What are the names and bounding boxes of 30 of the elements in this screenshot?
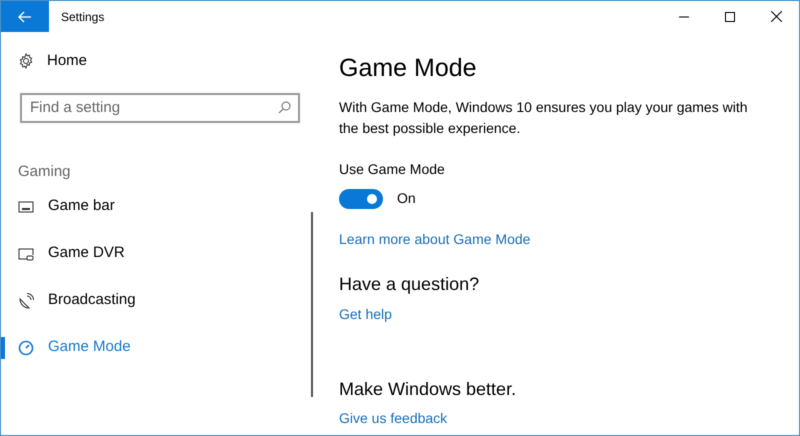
sidebar-item[interactable]: Broadcasting (1, 277, 278, 324)
game-dvr-icon (18, 246, 34, 262)
page-title: Game Mode (339, 53, 478, 83)
section-heading: Gaming (18, 162, 72, 182)
learn-more-link[interactable]: Learn more about Game Mode (339, 229, 530, 250)
help-link[interactable]: Give us feedback (339, 408, 448, 430)
close-icon (770, 11, 782, 22)
description-text: With Game Mode, Windows 10 ensures you play your games with the best possible experience. (339, 98, 749, 138)
sidebar-item[interactable]: Game DVR (1, 230, 278, 277)
broadcast-icon (18, 292, 34, 308)
home-link[interactable]: Home (18, 50, 88, 72)
section-heading: Make Windows better. (339, 378, 518, 400)
gear-icon (18, 53, 34, 70)
minimize-icon (679, 16, 689, 18)
toggle-state: On (397, 189, 416, 208)
section-heading: Have a question? (339, 274, 480, 296)
toggle-switch[interactable] (339, 188, 383, 208)
gauge-icon (18, 340, 34, 356)
window-title: Settings (61, 8, 106, 26)
maximize-icon (725, 12, 735, 22)
toggle-label: Use Game Mode (339, 160, 446, 179)
sidebar-item[interactable]: Game Mode (1, 324, 278, 371)
selection-indicator (1, 337, 5, 359)
scrollbar[interactable] (311, 212, 313, 397)
search-field[interactable]: Find a setting (20, 92, 300, 122)
back-arrow-icon (18, 10, 32, 22)
game-bar-icon (18, 198, 34, 214)
help-link[interactable]: Get help (339, 304, 392, 325)
search-icon (278, 100, 291, 114)
sidebar-item[interactable]: Game bar (1, 183, 278, 230)
